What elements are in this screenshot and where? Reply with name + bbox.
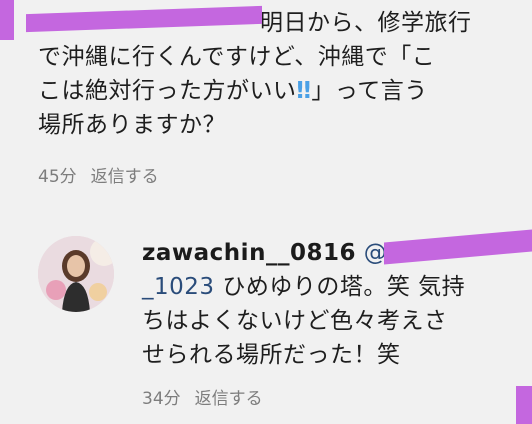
- comment-line-text: ひめゆりの塔。笑 気持: [222, 274, 466, 300]
- comment-line-text: 」って言う: [311, 78, 428, 104]
- comment-line-text: せられる場所だった！笑: [142, 342, 401, 368]
- comment-question-meta: 45分 返信する: [38, 162, 159, 187]
- redaction-bar: [516, 386, 532, 424]
- comment-line: ちはよくないけど色々考えさ: [142, 304, 522, 338]
- comment-line: こは絶対行った方がいい‼」って言う: [38, 74, 528, 108]
- timestamp: 34分: [142, 389, 181, 409]
- timestamp: 45分: [38, 167, 77, 187]
- redaction-bar: [0, 0, 14, 40]
- username[interactable]: zawachin__0816: [142, 240, 356, 266]
- comment-line-text: で沖縄に行くんですけど、沖縄で「こ: [38, 44, 436, 70]
- comment-line-text: 場所ありますか？: [38, 112, 226, 138]
- comment-line: _1023 ひめゆりの塔。笑 気持: [142, 270, 522, 304]
- double-exclamation-emoji: ‼: [296, 78, 312, 104]
- reply-button[interactable]: 返信する: [91, 167, 159, 187]
- reply-button[interactable]: 返信する: [195, 389, 263, 409]
- comment-line-text: こは絶対行った方がいい: [38, 78, 297, 104]
- comment-line: で沖縄に行くんですけど、沖縄で「こ: [38, 40, 528, 74]
- comment-reply-meta: 34分 返信する: [142, 384, 263, 409]
- comment-line: 場所ありますか？: [38, 108, 528, 142]
- comment-line: せられる場所だった！笑: [142, 338, 522, 372]
- comment-line-text: ちはよくないけど色々考えさ: [142, 308, 448, 334]
- mention-suffix[interactable]: _1023: [142, 274, 215, 300]
- avatar[interactable]: [38, 236, 114, 312]
- avatar-image: [38, 236, 114, 312]
- comment-line-text: 明日から、修学旅行: [260, 10, 472, 36]
